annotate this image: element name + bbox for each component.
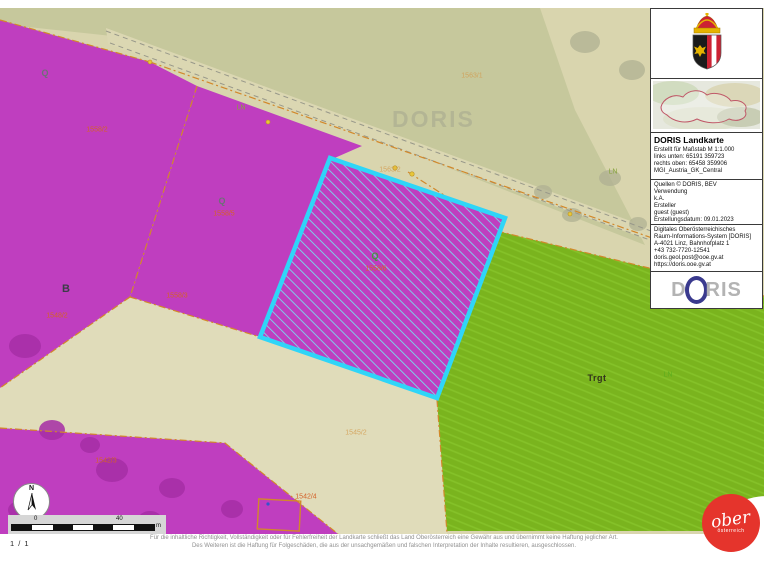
- scale-bar-segments: [11, 524, 155, 531]
- scale-bar: 0 40 m: [8, 515, 166, 534]
- label-1558-2: 1558/2: [86, 127, 107, 134]
- scale-forty-label: 40: [116, 516, 123, 522]
- creator-value: guest (guest): [654, 210, 759, 217]
- label-ln-3: LN: [664, 372, 673, 379]
- coords-ur-line: rechts oben: 65458 359906: [654, 161, 759, 168]
- map-info-block: DORIS Landkarte Erstellt für Maßstab M 1…: [651, 133, 762, 180]
- label-1545-2: 1545/2: [345, 430, 366, 437]
- creation-date: Erstellungsdatum: 09.01.2023: [654, 217, 759, 224]
- doris-logo-ring-icon: [685, 276, 708, 304]
- map-legend-panel: DORIS Landkarte Erstellt für Maßstab M 1…: [650, 8, 763, 309]
- scale-line: Erstellt für Maßstab M 1:1.000: [654, 147, 759, 154]
- compass-arrow-icon: [26, 493, 38, 513]
- map-page: DORIS Q 1558/2 LN 1563/1 Q 1558/5 1563/2…: [0, 0, 768, 576]
- panel-title: DORIS Landkarte: [654, 135, 759, 145]
- coat-of-arms: [651, 9, 762, 79]
- usage-label: Verwendung: [654, 189, 759, 196]
- coords-ll-line: links unten: 65191 359723: [654, 154, 759, 161]
- overview-map: [651, 79, 762, 133]
- projection-line: MGI_Austria_GK_Central: [654, 168, 759, 175]
- scale-zero-label: 0: [34, 516, 37, 522]
- label-b: B: [62, 283, 70, 295]
- org-email: doris.geol.post@ooe.gv.at: [654, 255, 759, 262]
- doris-logo-ris: RIS: [706, 279, 742, 302]
- label-1563-1: 1563/1: [461, 73, 482, 80]
- north-label: N: [14, 484, 49, 493]
- sources-line: Quellen © DORIS, BEV: [654, 182, 759, 189]
- doris-watermark: DORIS: [392, 106, 475, 133]
- org-name-1: Digitales Oberösterreichisches: [654, 227, 759, 234]
- org-phone: +43 732-7720-12541: [654, 248, 759, 255]
- doris-logo: D RIS: [651, 272, 762, 308]
- survey-point: [266, 502, 269, 505]
- label-1542-3: 1542/3: [95, 458, 116, 465]
- label-1548-2: 1548/2: [46, 313, 67, 320]
- map-symbol-q-green: Q: [371, 251, 378, 261]
- disclaimer-footer: Für die inhaltliche Richtigkeit, Vollstä…: [0, 535, 768, 550]
- source-block: Quellen © DORIS, BEV Verwendung k.A. Ers…: [651, 180, 762, 225]
- upper-austria-arms-icon: [680, 13, 734, 75]
- label-1558-5: 1558/5: [213, 211, 234, 218]
- label-ln-1: LN: [237, 105, 246, 112]
- label-1563-2: 1563/2: [379, 167, 400, 174]
- org-url: https://doris.ooe.gv.at: [654, 262, 759, 269]
- disclaimer-line-2: Des Weiteren ist die Haftung für Folgesc…: [0, 543, 768, 551]
- oberoesterreich-logo: ober österreich: [702, 494, 760, 552]
- upper-austria-outline-map: [653, 81, 760, 129]
- ober-logo-script: ober: [710, 510, 751, 530]
- label-1558-3: 1558/3: [166, 293, 187, 300]
- org-address: A-4021 Linz, Bahnhofplatz 1: [654, 241, 759, 248]
- org-name-2: Raum-Informations-System [DORIS]: [654, 234, 759, 241]
- map-symbol-q: Q: [218, 196, 225, 206]
- usage-value: k.A.: [654, 196, 759, 203]
- label-trgt: Trgt: [588, 373, 607, 383]
- disclaimer-line-1: Für die inhaltliche Richtigkeit, Vollstä…: [0, 535, 768, 543]
- map-symbol-q: Q: [41, 68, 48, 78]
- creator-label: Ersteller: [654, 203, 759, 210]
- label-ln-2: LN: [609, 169, 618, 176]
- label-1558-6: 1558/6: [365, 266, 386, 273]
- contact-block: Digitales Oberösterreichisches Raum-Info…: [651, 225, 762, 272]
- scale-unit-label: m: [156, 523, 161, 529]
- label-1542-4: 1542/4: [295, 494, 316, 501]
